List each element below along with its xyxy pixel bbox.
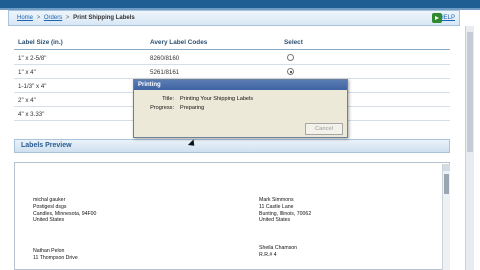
address-line: Sheila Chamson <box>259 245 298 251</box>
dialog-title-value: Printing Your Shipping Labels <box>180 96 254 102</box>
header-avery-codes: Avery Label Codes <box>150 39 208 46</box>
address-line: michal gauker <box>33 197 66 203</box>
address-label: michal gauker Postigesl dsgs Candles, Mi… <box>33 197 96 224</box>
address-line: United States <box>259 217 291 224</box>
page-scrollbar[interactable] <box>465 26 474 270</box>
address-line: Bunting, Illinois, 70062 <box>259 210 312 217</box>
header-select: Select <box>284 39 303 46</box>
address-line: Postigesl dsgs <box>33 203 67 210</box>
breadcrumb-current: Print Shipping Labels <box>73 15 135 21</box>
address-line: Mark Simmons <box>259 197 294 203</box>
labels-preview-area: michal gauker Postigesl dsgs Candles, Mi… <box>14 162 450 270</box>
dialog-progress-row: Progress: Preparing <box>140 105 340 113</box>
dialog-title-label: Title: <box>162 96 174 102</box>
label-row: 1" x 4" 5261/8161 <box>14 65 450 79</box>
labels-preview-header: Labels Preview <box>14 139 450 153</box>
scroll-up-icon[interactable] <box>443 164 450 171</box>
cancel-button[interactable]: Cancel <box>305 123 343 135</box>
address-line: 11 Thompson Drive <box>33 254 78 261</box>
breadcrumb-separator: > <box>36 15 41 21</box>
label-size: 1-1/3" x 4" <box>18 83 47 90</box>
address-label: Sheila Chamson R.R.# 4 <box>259 245 297 259</box>
address-line: Candles, Minnesota, 94F00 <box>33 210 97 217</box>
label-size: 2" x 4" <box>18 97 36 104</box>
breadcrumb-separator: > <box>65 15 70 21</box>
label-codes: 5261/8161 <box>150 69 180 76</box>
labels-table-header: Label Size (in.) Avery Label Codes Selec… <box>14 38 450 50</box>
label-row: 1" x 2-5/8" 8260/8160 <box>14 51 450 65</box>
header-label-size: Label Size (in.) <box>18 39 63 46</box>
label-size: 1" x 4" <box>18 69 36 76</box>
help-arrow-icon[interactable] <box>432 13 442 23</box>
breadcrumb-orders-link[interactable]: Orders <box>44 15 62 21</box>
top-banner <box>0 0 480 8</box>
dialog-progress-value: Preparing <box>180 105 205 111</box>
address-line: 11 Castle Lane <box>259 203 294 210</box>
address-line: R.R.# 4 <box>259 251 277 258</box>
page-scrollbar-thumb[interactable] <box>467 32 473 152</box>
select-radio-selected[interactable] <box>287 68 294 75</box>
label-codes: 8260/8160 <box>150 55 180 62</box>
select-radio[interactable] <box>287 54 294 61</box>
label-size: 4" x 3.33" <box>18 111 45 118</box>
dialog-title-row: Title: Printing Your Shipping Labels <box>140 96 340 104</box>
printing-dialog: Printing Title: Printing Your Shipping L… <box>133 79 348 138</box>
dialog-progress-label: Progress: <box>150 105 174 111</box>
address-line: Nathan Pelon <box>33 248 65 254</box>
breadcrumb: Home > Orders > Print Shipping Labels HE… <box>8 10 460 26</box>
preview-scrollbar-thumb[interactable] <box>444 174 449 194</box>
address-line: United States <box>33 217 65 224</box>
label-size: 1" x 2-5/8" <box>18 55 47 62</box>
dialog-title: Printing <box>134 80 347 90</box>
breadcrumb-home-link[interactable]: Home <box>17 15 33 21</box>
address-label: Mark Simmons 11 Castle Lane Bunting, Ill… <box>259 197 311 224</box>
preview-scrollbar[interactable] <box>442 164 450 270</box>
address-label: Nathan Pelon 11 Thompson Drive <box>33 248 78 262</box>
